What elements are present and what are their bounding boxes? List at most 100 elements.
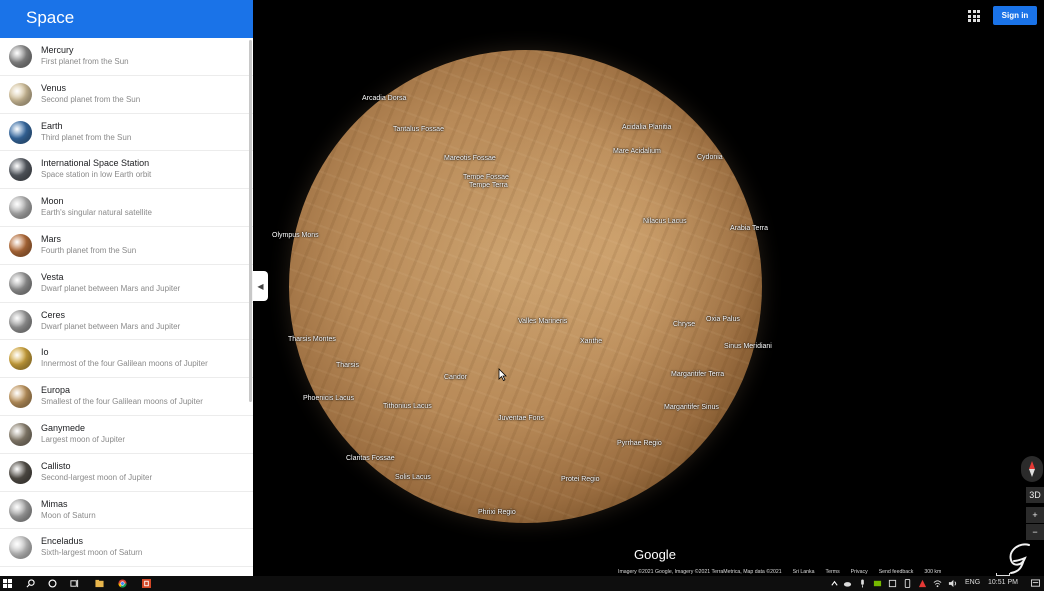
mars-globe[interactable] (289, 50, 762, 523)
apps-grid-icon[interactable] (968, 10, 980, 22)
item-description: Smallest of the four Galilean moons of J… (41, 397, 203, 407)
map-label[interactable]: Chryse (673, 321, 695, 328)
map-label[interactable]: Oxia Palus (706, 316, 740, 323)
list-item-iss[interactable]: International Space Station Space statio… (0, 151, 253, 190)
map-label[interactable]: Acidalia Planitia (622, 124, 671, 131)
collapse-sidebar-button[interactable]: ◀ (253, 271, 268, 301)
map-label[interactable]: Mareotis Fossae (444, 155, 496, 162)
cortana-icon[interactable] (48, 579, 57, 588)
google-logo: Google (634, 547, 676, 562)
map-label[interactable]: Phrixi Regio (478, 509, 516, 516)
clock[interactable]: 10:51 PM (988, 579, 1018, 586)
item-name: Mimas (41, 498, 68, 509)
terms-link[interactable]: Terms (826, 569, 840, 575)
item-name: Enceladus (41, 536, 84, 547)
cloud-icon[interactable] (843, 579, 852, 588)
list-item-callisto[interactable]: Callisto Second-largest moon of Jupiter (0, 454, 253, 492)
wifi-icon[interactable] (933, 579, 942, 588)
map-label[interactable]: Arabia Terra (730, 225, 768, 232)
action-center-icon[interactable] (1031, 579, 1040, 588)
sidebar-scrollbar[interactable] (249, 40, 252, 402)
security-icon[interactable] (888, 579, 897, 588)
map-label[interactable]: Margaritifer Terra (671, 371, 724, 378)
region-link[interactable]: Sri Lanka (793, 569, 815, 575)
mars-thumbnail (9, 233, 32, 257)
imagery-attribution: Imagery ©2021 Google, Imagery ©2021 Terr… (618, 568, 782, 575)
list-item-ceres[interactable]: Ceres Dwarf planet between Mars and Jupi… (0, 303, 253, 341)
callisto-thumbnail (9, 460, 32, 484)
item-name: Mercury (41, 45, 74, 55)
map-label[interactable]: Mare Acidalium (613, 148, 661, 155)
map-label[interactable]: Nilacus Lacus (643, 218, 687, 225)
item-name: Vesta (41, 271, 64, 282)
sign-in-button[interactable]: Sign in (993, 6, 1037, 25)
send-feedback-link[interactable]: Send feedback (879, 569, 914, 575)
map-label[interactable]: Arcadia Dorsa (362, 95, 406, 102)
list-item-mars[interactable]: Mars Fourth planet from the Sun (0, 227, 253, 265)
map-label[interactable]: Tempe Fossae (463, 174, 509, 181)
map-label[interactable]: Tharsis (336, 362, 359, 369)
list-item-europa[interactable]: Europa Smallest of the four Galilean moo… (0, 378, 253, 416)
map-label[interactable]: Phoenicis Lacus (303, 395, 354, 402)
chrome-icon[interactable] (118, 579, 127, 588)
item-name: Earth (41, 120, 63, 131)
iss-thumbnail (9, 158, 32, 182)
map-label[interactable]: Pyrrhae Regio (617, 440, 662, 447)
compass-button[interactable] (1021, 456, 1043, 482)
map-label[interactable]: Valles Marineris (518, 318, 567, 325)
windows-start-icon[interactable] (3, 579, 12, 588)
map-label[interactable]: Tharsis Montes (288, 336, 336, 343)
scale-label[interactable]: 300 km (924, 569, 941, 575)
map-label[interactable]: Tantalus Fossae (393, 126, 444, 133)
nvidia-icon[interactable] (873, 579, 882, 588)
map-label[interactable]: Sinus Meridiani (724, 343, 772, 350)
language-indicator[interactable]: ENG (965, 579, 980, 586)
search-icon[interactable] (26, 579, 35, 588)
map-label[interactable]: Margaritifer Sinus (664, 404, 719, 411)
map-label[interactable]: Juventae Fons (498, 415, 544, 422)
list-item-vesta[interactable]: Vesta Dwarf planet between Mars and Jupi… (0, 265, 253, 303)
3d-toggle-button[interactable]: 3D (1026, 487, 1044, 503)
item-name: Callisto (41, 460, 71, 471)
compass-needle-icon (1029, 461, 1035, 477)
zoom-out-button[interactable]: − (1026, 524, 1044, 540)
ceres-thumbnail (9, 309, 32, 333)
chevron-up-icon[interactable] (830, 579, 839, 588)
item-description: Dwarf planet between Mars and Jupiter (41, 321, 181, 331)
list-item-ganymede[interactable]: Ganymede Largest moon of Jupiter (0, 416, 253, 454)
map-label[interactable]: Claritas Fossae (346, 455, 395, 462)
mercury-thumbnail (9, 45, 32, 68)
planet-list: Mercury First planet from the Sun Venus … (0, 38, 253, 568)
item-description: Largest moon of Jupiter (41, 434, 126, 444)
zoom-in-button[interactable]: + (1026, 507, 1044, 523)
list-item-mimas[interactable]: Mimas Moon of Saturn (0, 492, 253, 530)
sidebar-title: Space (0, 0, 253, 38)
map-label[interactable]: Solis Lacus (395, 474, 431, 481)
item-description: Second planet from the Sun (41, 94, 141, 104)
item-name: Europa (41, 385, 71, 396)
map-label[interactable]: Tempe Terra (469, 182, 508, 189)
list-item-moon[interactable]: Moon Earth's singular natural satellite (0, 189, 253, 227)
list-item-io[interactable]: Io Innermost of the four Galilean moons … (0, 340, 253, 379)
privacy-link[interactable]: Privacy (851, 569, 868, 575)
volume-icon[interactable] (948, 579, 957, 588)
powerpoint-icon[interactable] (142, 579, 151, 588)
notification-alert-icon[interactable] (918, 579, 927, 588)
item-name: Moon (41, 196, 64, 207)
file-explorer-icon[interactable] (95, 579, 104, 588)
map-label[interactable]: Tithonius Lacus (383, 403, 432, 410)
task-view-icon[interactable] (70, 579, 79, 588)
list-item-venus[interactable]: Venus Second planet from the Sun (0, 76, 253, 114)
map-label[interactable]: Olympus Mons (272, 232, 319, 239)
device-icon[interactable] (903, 579, 912, 588)
list-item-mercury[interactable]: Mercury First planet from the Sun (0, 38, 253, 76)
list-item-enceladus[interactable]: Enceladus Sixth-largest moon of Saturn (0, 529, 253, 568)
map-label[interactable]: Xanthe (580, 338, 602, 345)
map-label[interactable]: Candor (444, 374, 467, 381)
venus-thumbnail (9, 82, 32, 106)
mimas-thumbnail (9, 498, 32, 522)
map-label[interactable]: Protei Regio (561, 476, 600, 483)
list-item-earth[interactable]: Earth Third planet from the Sun (0, 114, 253, 152)
map-label[interactable]: Cydonia (697, 154, 723, 161)
microphone-icon[interactable] (858, 579, 867, 588)
